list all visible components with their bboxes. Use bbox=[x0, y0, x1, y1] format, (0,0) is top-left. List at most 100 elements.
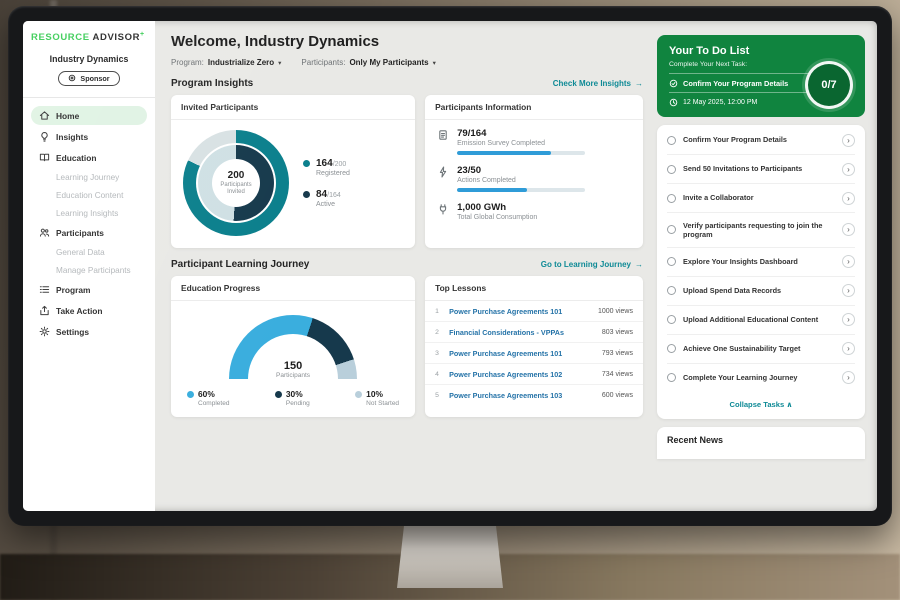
sidebar-item-general-data[interactable]: General Data bbox=[31, 244, 147, 260]
sidebar: RESOURCE ADVISOR+ Industry Dynamics Spon… bbox=[23, 21, 155, 511]
task-row[interactable]: Invite a Collaborator › bbox=[667, 184, 855, 213]
sidebar-item-settings[interactable]: Settings bbox=[31, 322, 147, 341]
sidebar-item-home[interactable]: Home bbox=[31, 106, 147, 125]
take-action-icon bbox=[39, 305, 50, 316]
chevron-right-icon[interactable]: › bbox=[842, 342, 855, 355]
task-checkbox[interactable] bbox=[667, 344, 676, 353]
collapse-caret-icon: ∧ bbox=[786, 400, 792, 409]
chevron-right-icon[interactable]: › bbox=[842, 284, 855, 297]
program-dropdown[interactable]: Program: Industrialize Zero ▾ bbox=[171, 58, 281, 67]
task-checkbox[interactable] bbox=[667, 136, 676, 145]
task-checkbox[interactable] bbox=[667, 194, 676, 203]
dashboard-screen: RESOURCE ADVISOR+ Industry Dynamics Spon… bbox=[23, 21, 877, 511]
recent-news-card: Recent News bbox=[657, 427, 865, 459]
task-row[interactable]: Complete Your Learning Journey › bbox=[667, 364, 855, 392]
sponsor-icon bbox=[68, 74, 76, 82]
list-icon bbox=[39, 284, 50, 295]
lesson-row: 2 Financial Considerations - VPPAs 803 v… bbox=[425, 322, 643, 343]
chevron-right-icon[interactable]: › bbox=[842, 313, 855, 326]
legend-active: 84/164 Active bbox=[303, 189, 350, 208]
todo-summary-card: Your To Do List Complete Your Next Task:… bbox=[657, 35, 865, 117]
chevron-right-icon[interactable]: › bbox=[842, 134, 855, 147]
todo-panel: Your To Do List Complete Your Next Task:… bbox=[655, 21, 877, 511]
gauge-center-value: 150 bbox=[258, 360, 328, 372]
invited-participants-donut: 200 Participants Invited bbox=[183, 130, 289, 236]
chevron-down-icon: ▾ bbox=[433, 59, 436, 67]
actions-icon bbox=[437, 166, 449, 178]
go-to-learning-journey-link[interactable]: Go to Learning Journey → bbox=[541, 260, 643, 269]
chevron-right-icon[interactable]: › bbox=[842, 371, 855, 384]
stat-actions-completed: 23/50 Actions Completed bbox=[437, 165, 631, 192]
sidebar-item-insights[interactable]: Insights bbox=[31, 127, 147, 146]
lesson-link[interactable]: Power Purchase Agreements 101 bbox=[449, 307, 591, 316]
task-checkbox[interactable] bbox=[667, 165, 676, 174]
sidebar-item-education[interactable]: Education bbox=[31, 148, 147, 167]
task-checkbox[interactable] bbox=[667, 257, 676, 266]
task-row[interactable]: Verify participants requesting to join t… bbox=[667, 213, 855, 248]
sidebar-item-manage-participants[interactable]: Manage Participants bbox=[31, 262, 147, 278]
task-row[interactable]: Confirm Your Program Details › bbox=[667, 126, 855, 155]
lightbulb-icon bbox=[39, 131, 50, 142]
chevron-right-icon[interactable]: › bbox=[842, 163, 855, 176]
arrow-right-icon: → bbox=[635, 79, 643, 88]
check-more-insights-link[interactable]: Check More Insights → bbox=[553, 79, 643, 88]
task-row[interactable]: Upload Spend Data Records › bbox=[667, 277, 855, 306]
top-lessons-card: Top Lessons 1 Power Purchase Agreements … bbox=[425, 276, 643, 417]
stat-emission-survey: 79/164 Emission Survey Completed bbox=[437, 128, 631, 155]
participants-icon bbox=[39, 227, 50, 238]
task-list-card: Confirm Your Program Details › Send 50 I… bbox=[657, 125, 865, 419]
collapse-tasks-link[interactable]: Collapse Tasks ∧ bbox=[667, 392, 855, 418]
donut-center-value: 200 bbox=[228, 170, 245, 181]
plug-icon bbox=[437, 203, 449, 215]
education-progress-card: Education Progress 150 Participants bbox=[171, 276, 415, 417]
recent-news-title: Recent News bbox=[667, 435, 855, 445]
home-icon bbox=[39, 110, 50, 121]
book-icon bbox=[39, 152, 50, 163]
sidebar-item-take-action[interactable]: Take Action bbox=[31, 301, 147, 320]
program-insights-title: Program Insights bbox=[171, 78, 253, 89]
sidebar-item-program[interactable]: Program bbox=[31, 280, 147, 299]
participants-dropdown[interactable]: Participants: Only My Participants ▾ bbox=[301, 58, 435, 67]
sidebar-item-learning-insights[interactable]: Learning Insights bbox=[31, 205, 147, 221]
arrow-right-icon: → bbox=[635, 260, 643, 269]
task-row[interactable]: Upload Additional Educational Content › bbox=[667, 306, 855, 335]
legend-not-started: 10% Not Started bbox=[355, 389, 399, 407]
lesson-link[interactable]: Power Purchase Agreements 103 bbox=[449, 391, 595, 400]
task-checkbox[interactable] bbox=[667, 315, 676, 324]
stat-global-consumption: 1,000 GWh Total Global Consumption bbox=[437, 202, 631, 221]
sidebar-item-education-content[interactable]: Education Content bbox=[31, 187, 147, 203]
sidebar-item-participants[interactable]: Participants bbox=[31, 223, 147, 242]
lesson-link[interactable]: Power Purchase Agreements 102 bbox=[449, 370, 595, 379]
chevron-down-icon: ▾ bbox=[278, 59, 281, 67]
task-checkbox[interactable] bbox=[667, 286, 676, 295]
lesson-link[interactable]: Financial Considerations - VPPAs bbox=[449, 328, 595, 337]
chevron-right-icon[interactable]: › bbox=[842, 255, 855, 268]
next-task[interactable]: Confirm Your Program Details bbox=[669, 73, 819, 93]
participants-information-card: Participants Information 79/164 Emission… bbox=[425, 95, 643, 248]
main-content: Welcome, Industry Dynamics Program: Indu… bbox=[155, 21, 655, 511]
chevron-right-icon[interactable]: › bbox=[842, 223, 855, 236]
task-row[interactable]: Explore Your Insights Dashboard › bbox=[667, 248, 855, 277]
task-checkbox[interactable] bbox=[667, 225, 676, 234]
lesson-row: 4 Power Purchase Agreements 102 734 view… bbox=[425, 364, 643, 385]
survey-icon bbox=[437, 129, 449, 141]
gauge-center-label: Participants bbox=[258, 372, 328, 379]
legend-dot bbox=[303, 191, 310, 198]
sponsor-badge: Sponsor bbox=[58, 71, 119, 86]
gear-icon bbox=[39, 326, 50, 337]
lesson-row: 5 Power Purchase Agreements 103 600 view… bbox=[425, 385, 643, 405]
lesson-row: 1 Power Purchase Agreements 101 1000 vie… bbox=[425, 301, 643, 322]
lesson-link[interactable]: Power Purchase Agreements 101 bbox=[449, 349, 595, 358]
donut-center-label: Participants Invited bbox=[214, 182, 258, 196]
sidebar-item-learning-journey[interactable]: Learning Journey bbox=[31, 169, 147, 185]
task-checkbox[interactable] bbox=[667, 373, 676, 382]
lesson-row: 3 Power Purchase Agreements 101 793 view… bbox=[425, 343, 643, 364]
task-row[interactable]: Send 50 Invitations to Participants › bbox=[667, 155, 855, 184]
clock-icon bbox=[669, 98, 678, 107]
task-row[interactable]: Achieve One Sustainability Target › bbox=[667, 335, 855, 364]
org-name: Industry Dynamics bbox=[31, 54, 147, 64]
app-logo: RESOURCE ADVISOR+ bbox=[31, 31, 147, 43]
chevron-right-icon[interactable]: › bbox=[842, 192, 855, 205]
legend-completed: 60% Completed bbox=[187, 389, 229, 407]
todo-progress-ring: 0/7 bbox=[805, 61, 853, 109]
